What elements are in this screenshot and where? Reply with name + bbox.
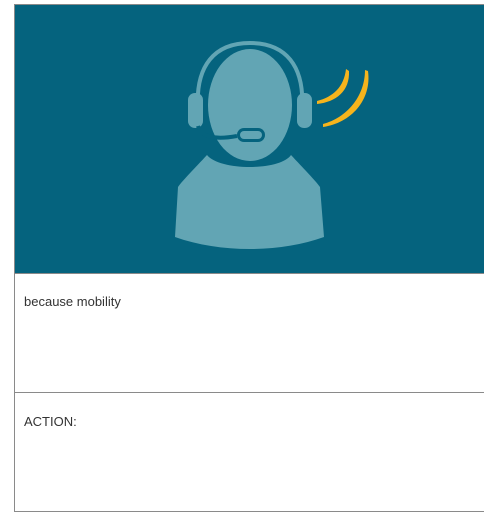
section-divider xyxy=(15,392,484,393)
card: because mobility ACTION: xyxy=(14,4,484,512)
action-label: ACTION: xyxy=(24,414,77,429)
customer-support-headset-icon xyxy=(175,40,369,249)
section-divider xyxy=(15,273,484,274)
description-text: because mobility xyxy=(24,294,121,309)
hero-banner xyxy=(15,5,484,273)
